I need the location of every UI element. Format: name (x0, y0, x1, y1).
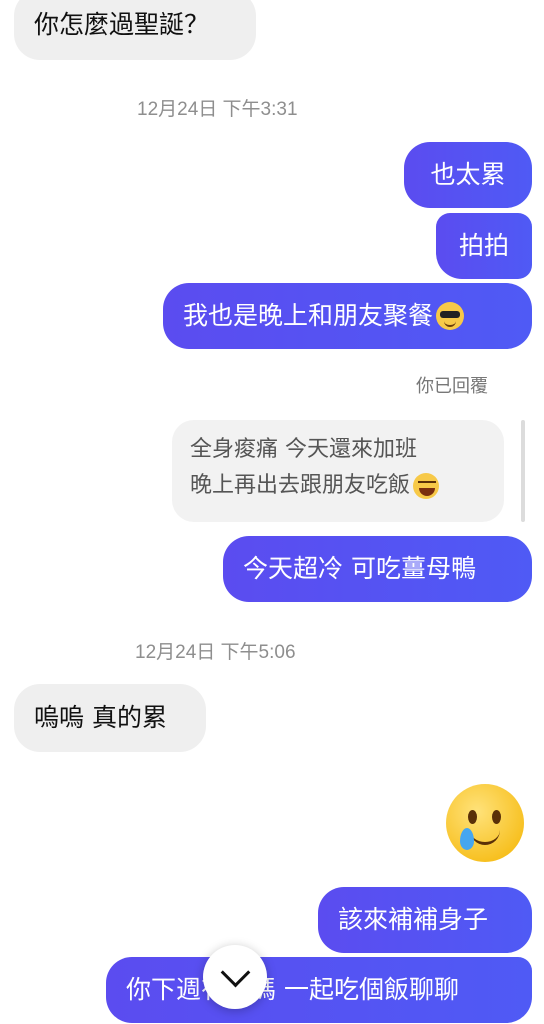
timestamp: 12月24日 下午5:06 (135, 642, 296, 663)
message-bubble-outgoing[interactable]: 今天超冷 可吃薑母鴨 (223, 536, 532, 602)
message-bubble-outgoing[interactable]: 也太累 (404, 142, 532, 208)
face-holding-back-tears-icon[interactable] (446, 784, 524, 862)
grinning-squinting-face-icon (413, 473, 440, 499)
message-text: 該來補補身子 (338, 905, 489, 934)
message-text: 也太累 (430, 160, 506, 189)
smiling-face-with-sunglasses-icon (436, 302, 465, 330)
message-bubble-incoming[interactable]: 嗚嗚 真的累 (14, 684, 206, 752)
quote-line: 全身痠痛 今天還來加班 (190, 437, 417, 462)
message-bubble-incoming[interactable]: 你怎麼過聖誕？ (14, 0, 256, 60)
message-bubble-outgoing[interactable]: 該來補補身子 (318, 887, 532, 953)
quote-line: 晚上再出去跟朋友吃飯 (190, 468, 486, 504)
message-bubble-outgoing[interactable]: 我也是晚上和朋友聚餐 (163, 283, 532, 349)
message-text: 我也是晚上和朋友聚餐 (183, 301, 434, 330)
message-bubble-outgoing[interactable]: 拍拍 (436, 213, 532, 279)
chevron-down-icon (220, 957, 250, 987)
message-text: 拍拍 (458, 231, 509, 260)
quoted-message[interactable]: 全身痠痛 今天還來加班 晚上再出去跟朋友吃飯 (172, 420, 504, 522)
message-text: 你下週有空嗎 一起吃個飯聊聊 (126, 975, 459, 1004)
replied-label: 你已回覆 (416, 376, 488, 396)
message-text: 你怎麼過聖誕？ (34, 10, 210, 39)
message-bubble-outgoing[interactable]: 你下週有空嗎 一起吃個飯聊聊 (106, 957, 532, 1023)
scroll-to-bottom-button[interactable] (203, 945, 267, 1009)
reply-indicator-bar (521, 420, 525, 522)
message-text: 嗚嗚 真的累 (34, 703, 167, 732)
message-text: 今天超冷 可吃薑母鴨 (243, 554, 476, 583)
timestamp: 12月24日 下午3:31 (137, 99, 298, 120)
